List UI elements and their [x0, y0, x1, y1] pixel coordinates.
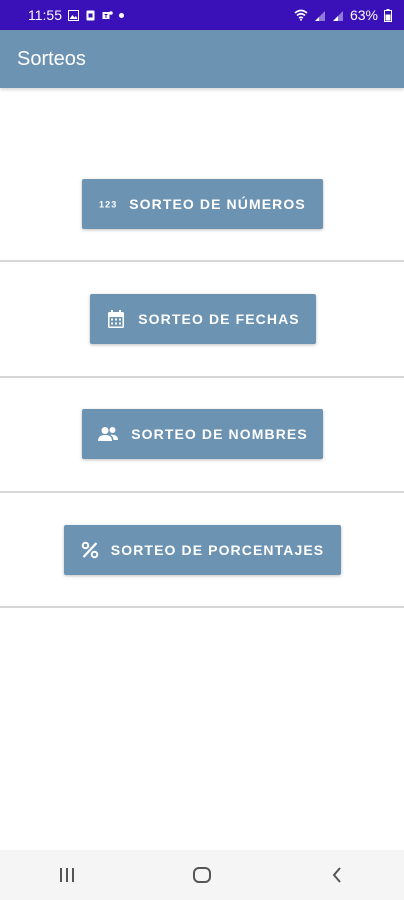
signal-2-icon — [332, 10, 343, 21]
sorteo-fechas-button[interactable]: SORTEO DE FECHAS — [90, 294, 316, 344]
status-right: 63% — [294, 7, 392, 23]
recents-icon — [60, 868, 75, 882]
gallery-notification-icon — [68, 9, 79, 21]
sim-notification-icon — [86, 10, 95, 20]
numbers-icon-text: 123 — [99, 200, 117, 210]
sorteo-fechas-label: SORTEO DE FECHAS — [138, 311, 300, 327]
notification-dot-icon — [119, 12, 124, 18]
back-icon — [332, 867, 341, 883]
app-bar: Sorteos — [0, 30, 404, 88]
sorteo-numeros-label: SORTEO DE NÚMEROS — [129, 196, 306, 212]
divider-3 — [0, 491, 404, 493]
sorteo-nombres-label: SORTEO DE NOMBRES — [131, 426, 308, 442]
numbers-123-icon: 123 — [99, 200, 117, 210]
sorteo-nombres-button[interactable]: SORTEO DE NOMBRES — [82, 409, 323, 459]
divider-1 — [0, 260, 404, 262]
signal-1-icon — [314, 10, 325, 21]
navigation-bar — [0, 850, 404, 900]
status-time: 11:55 — [28, 7, 62, 23]
sorteo-porcentajes-button[interactable]: SORTEO DE PORCENTAJES — [64, 525, 341, 575]
percent-icon — [81, 541, 99, 559]
recents-button[interactable] — [37, 855, 97, 895]
divider-4 — [0, 606, 404, 608]
divider-2 — [0, 376, 404, 378]
home-icon — [192, 867, 211, 883]
status-left: 11:55 — [28, 7, 124, 23]
people-icon — [98, 427, 119, 441]
sorteo-porcentajes-label: SORTEO DE PORCENTAJES — [110, 542, 325, 558]
back-button[interactable] — [307, 855, 367, 895]
battery-percent: 63% — [349, 7, 378, 23]
home-button[interactable] — [172, 855, 232, 895]
battery-icon — [384, 8, 392, 22]
status-bar: 11:55 63% — [0, 0, 404, 30]
app-title: Sorteos — [17, 47, 86, 70]
teams-notification-icon — [102, 10, 113, 19]
calendar-icon — [108, 310, 125, 328]
sorteo-numeros-button[interactable]: 123 SORTEO DE NÚMEROS — [82, 179, 323, 229]
wifi-icon — [294, 9, 308, 21]
